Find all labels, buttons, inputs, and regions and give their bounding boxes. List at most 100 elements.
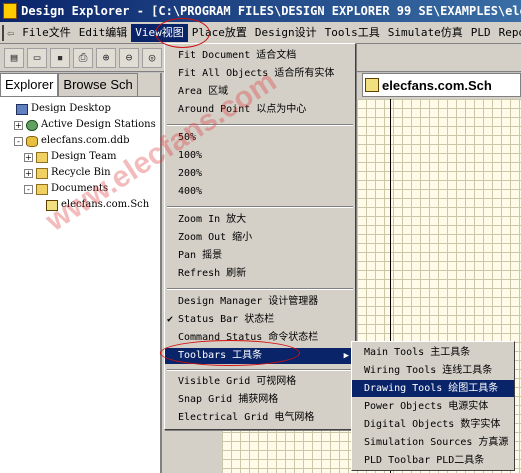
panel-tabs: Explorer Browse Sch — [0, 73, 160, 97]
print-icon[interactable]: ⎙ — [73, 47, 93, 68]
view-menu-item[interactable]: Fit All Objects 适合所有实体 — [165, 66, 355, 82]
expand-icon[interactable]: + — [24, 168, 33, 178]
view-menu-item-label: Visible Grid 可视网格 — [178, 376, 297, 387]
view-menu-item-label: Fit All Objects 适合所有实体 — [178, 68, 335, 79]
open-folder-icon[interactable]: ▭ — [27, 47, 47, 68]
view-menu-item-label: Toolbars 工具条 — [178, 350, 263, 361]
toolbars-submenu-item[interactable]: Main Tools 主工具条 — [352, 344, 514, 361]
document-tab-label: elecfans.com.Sch — [382, 77, 492, 93]
tree-node[interactable]: + Active Design Stations — [4, 117, 160, 133]
document-control-icon[interactable] — [2, 24, 4, 41]
view-menu-item[interactable]: Zoom In 放大 — [165, 212, 355, 228]
toolbars-submenu-item-label: Drawing Tools 绘图工具条 — [364, 383, 499, 394]
tree-node-label: Design Team — [51, 151, 117, 162]
toolbars-submenu-item[interactable]: Power Objects 电源实体 — [352, 398, 514, 415]
expand-icon[interactable]: + — [14, 120, 23, 130]
database-icon — [26, 135, 38, 147]
view-menu-item[interactable]: Area 区域 — [165, 84, 355, 100]
tree-node[interactable]: elecfans.com.Sch — [4, 197, 160, 213]
view-menu-item-label: 50% — [178, 132, 197, 143]
toolbars-submenu-item-label: Simulation Sources 方真源 — [364, 437, 509, 448]
view-menu-item[interactable]: 400% — [165, 184, 355, 200]
submenu-arrow-icon: ▶ — [343, 351, 349, 361]
menu-place[interactable]: Place放置 — [188, 24, 251, 42]
globe-icon — [26, 119, 38, 131]
tree-node[interactable]: - elecfans.com.ddb — [4, 133, 160, 149]
tree-node-label: elecfans.com.ddb — [41, 135, 130, 146]
title-bar: Design Explorer - [C:\PROGRAM FILES\DESI… — [0, 0, 521, 22]
view-menu-item[interactable]: Toolbars 工具条 ▶ — [165, 348, 355, 364]
tree-node[interactable]: Design Desktop — [4, 101, 160, 117]
toolbars-submenu-item[interactable]: Simulation Sources 方真源 — [352, 434, 514, 451]
back-arrow-icon[interactable]: ⇦ — [7, 26, 14, 40]
view-menu-item[interactable]: Refresh 刷新 — [165, 266, 355, 282]
save-icon[interactable]: ▪ — [50, 47, 70, 68]
view-menu-item-label: Command Status 命令状态栏 — [178, 332, 319, 343]
toolbars-submenu-item-label: Power Objects 电源实体 — [364, 401, 489, 412]
window-title: Design Explorer - [C:\PROGRAM FILES\DESI… — [21, 4, 521, 18]
folder-icon — [36, 167, 48, 179]
tree-node[interactable]: + Recycle Bin — [4, 165, 160, 181]
view-menu-item[interactable]: Zoom Out 缩小 — [165, 230, 355, 246]
toolbars-submenu-item-label: Main Tools 主工具条 — [364, 347, 471, 358]
app-icon — [3, 3, 18, 19]
view-menu-item-label: Zoom In 放大 — [178, 214, 247, 225]
menu-view[interactable]: View视图 — [131, 23, 188, 42]
view-menu-item[interactable]: 100% — [165, 148, 355, 164]
view-menu-item[interactable]: Snap Grid 捕获网格 — [165, 392, 355, 408]
view-menu-item[interactable]: Around Point 以点为中心 — [165, 102, 355, 118]
zoom-out-icon[interactable]: ⊖ — [119, 47, 139, 68]
menu-bar: ⇦ File文件 Edit编辑 View视图 Place放置 Design设计 … — [0, 22, 521, 44]
menu-reports[interactable]: Repo — [495, 24, 521, 42]
tree-node[interactable]: + Design Team — [4, 149, 160, 165]
menu-design[interactable]: Design设计 — [251, 24, 321, 42]
menu-file[interactable]: File文件 — [18, 24, 75, 42]
view-menu-item[interactable]: 200% — [165, 166, 355, 182]
schematic-icon — [46, 199, 58, 211]
view-menu-item-label: Refresh 刷新 — [178, 268, 247, 279]
document-tab[interactable]: elecfans.com.Sch — [362, 73, 521, 97]
toolbars-submenu-item[interactable]: Digital Objects 数字实体 — [352, 416, 514, 433]
view-menu-item[interactable]: Command Status 命令状态栏 — [165, 330, 355, 346]
toolbars-submenu-item[interactable]: Drawing Tools 绘图工具条 — [352, 380, 514, 397]
menu-pld[interactable]: PLD — [467, 24, 495, 42]
view-menu-item[interactable]: ✔ Status Bar 状态栏 — [165, 312, 355, 328]
view-menu-item-label: 100% — [178, 150, 203, 161]
tab-browse-sch[interactable]: Browse Sch — [58, 73, 138, 96]
view-menu-item[interactable]: Fit Document 适合文档 — [165, 48, 355, 64]
toolbars-submenu-item[interactable]: Wiring Tools 连线工具条 — [352, 362, 514, 379]
toolbars-submenu-item-label: PLD Toolbar PLD二具条 — [364, 455, 485, 466]
folder-icon — [36, 183, 48, 195]
zoom-area-icon[interactable]: ◎ — [142, 47, 162, 68]
view-menu-item-label: Zoom Out 缩小 — [178, 232, 253, 243]
view-menu-dropdown: Fit Document 适合文档 Fit All Objects 适合所有实体 A… — [164, 43, 356, 430]
view-menu-item-label: Fit Document 适合文档 — [178, 50, 297, 61]
collapse-icon[interactable]: - — [14, 136, 23, 146]
view-menu-item-label: Design Manager 设计管理器 — [178, 296, 319, 307]
menu-simulate[interactable]: Simulate仿真 — [384, 24, 467, 42]
view-menu-item[interactable]: 50% — [165, 130, 355, 146]
toolbars-submenu: Main Tools 主工具条 Wiring Tools 连线工具条 Drawing… — [351, 341, 515, 471]
spacer — [4, 104, 13, 114]
view-menu-item[interactable]: Electrical Grid 电气网格 — [165, 410, 355, 426]
tree-node[interactable]: - Documents — [4, 181, 160, 197]
view-menu-item-label: Area 区域 — [178, 86, 229, 97]
menu-separator — [167, 288, 353, 290]
menu-separator — [167, 369, 353, 371]
checkmark-icon: ✔ — [167, 314, 174, 325]
menu-tools[interactable]: Tools工具 — [321, 24, 384, 42]
menu-edit[interactable]: Edit编辑 — [75, 24, 132, 42]
collapse-icon[interactable]: - — [24, 184, 33, 194]
toolbars-submenu-item-label: Wiring Tools 连线工具条 — [364, 365, 493, 376]
tree-node-label: elecfans.com.Sch — [61, 199, 150, 210]
view-menu-item-label: 200% — [178, 168, 203, 179]
view-menu-item[interactable]: Visible Grid 可视网格 — [165, 374, 355, 390]
view-menu-item[interactable]: Pan 摇景 — [165, 248, 355, 264]
view-menu-item[interactable]: Design Manager 设计管理器 — [165, 294, 355, 310]
tab-explorer[interactable]: Explorer — [0, 73, 59, 96]
toolbars-submenu-item[interactable]: PLD Toolbar PLD二具条 — [352, 452, 514, 469]
design-manager-panel: Explorer Browse Sch Design Desktop + Activ… — [0, 73, 162, 473]
panel-toggle-icon[interactable]: ▤ — [4, 47, 24, 68]
expand-icon[interactable]: + — [24, 152, 33, 162]
zoom-in-icon[interactable]: ⊕ — [96, 47, 116, 68]
